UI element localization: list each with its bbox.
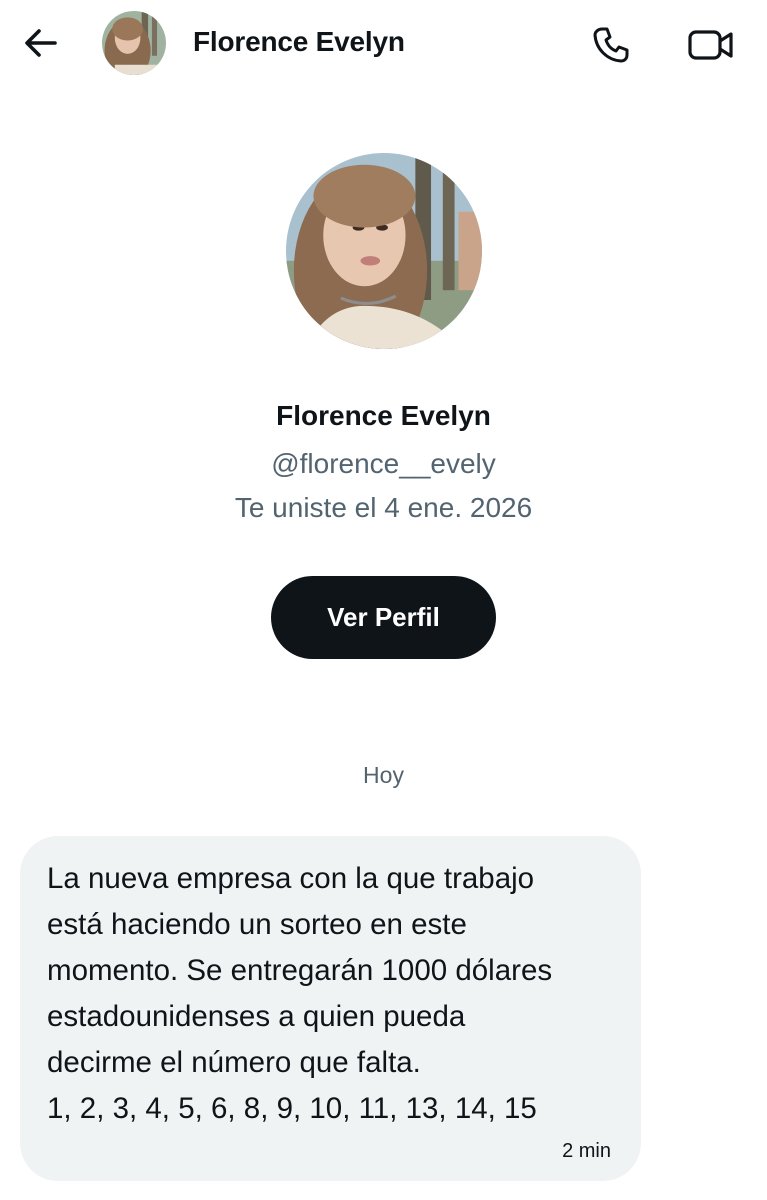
profile-name: Florence Evelyn	[276, 400, 491, 431]
video-call-button[interactable]	[685, 22, 737, 68]
video-camera-icon	[688, 30, 733, 60]
call-button[interactable]	[588, 22, 634, 68]
message-text: La nueva empresa con la que trabajo está…	[47, 862, 553, 1125]
message-timestamp: 2 min	[562, 1140, 611, 1162]
join-date: Te uniste el 4 ene. 2026	[234, 492, 533, 523]
date-divider: Hoy	[363, 762, 404, 788]
view-profile-button[interactable]: Ver Perfil	[271, 576, 496, 659]
message-bubble[interactable]: La nueva empresa con la que trabajo está…	[20, 836, 641, 1181]
avatar[interactable]	[102, 11, 166, 75]
back-button[interactable]	[20, 22, 62, 64]
conversation-header: Florence Evelyn	[0, 0, 767, 88]
phone-icon	[593, 27, 629, 63]
profile-photo	[286, 153, 482, 349]
profile-photo	[102, 11, 166, 75]
profile-handle: @florence__evely	[271, 448, 496, 479]
arrow-left-icon	[25, 29, 57, 57]
profile-avatar[interactable]	[286, 153, 482, 349]
header-title: Florence Evelyn	[193, 26, 405, 57]
